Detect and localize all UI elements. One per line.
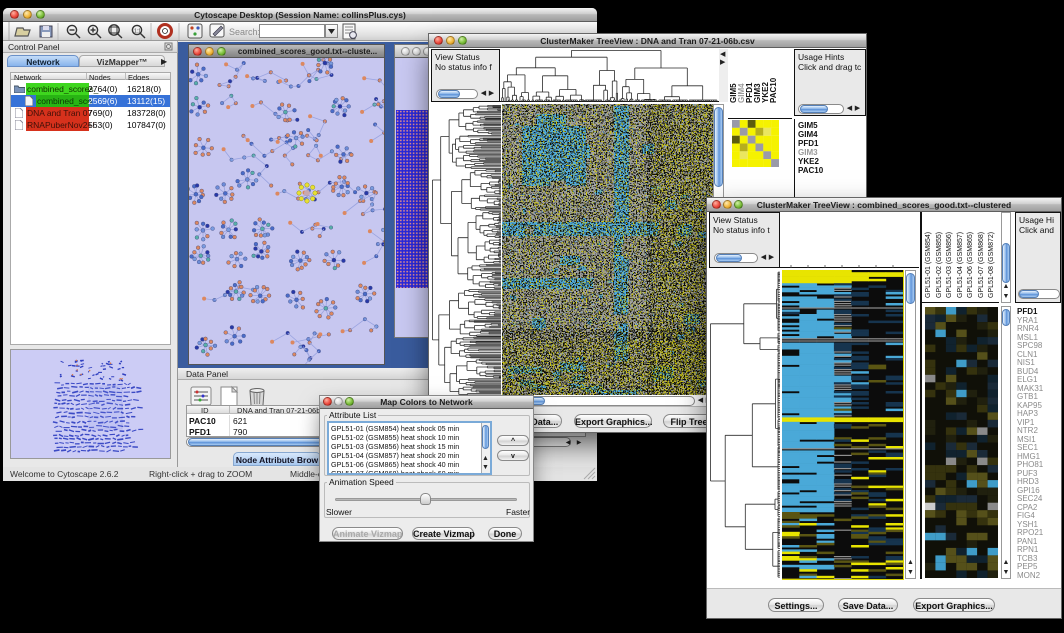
svg-text:1:1: 1:1 xyxy=(134,29,141,35)
